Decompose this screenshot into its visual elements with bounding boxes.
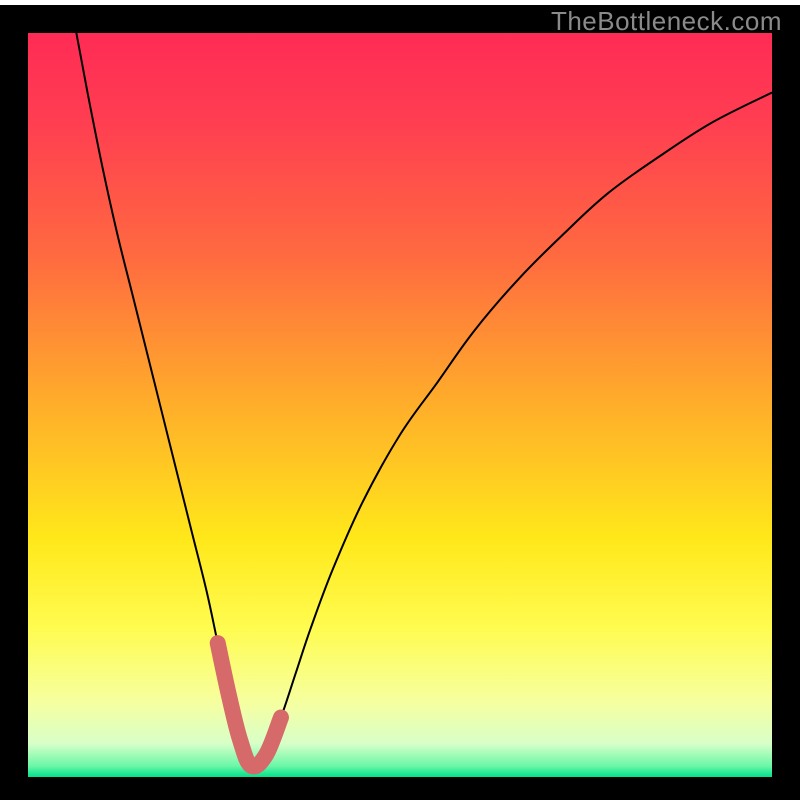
watermark-label: TheBottleneck.com (551, 6, 782, 37)
bottleneck-chart (0, 0, 800, 800)
plot-background (28, 33, 772, 777)
